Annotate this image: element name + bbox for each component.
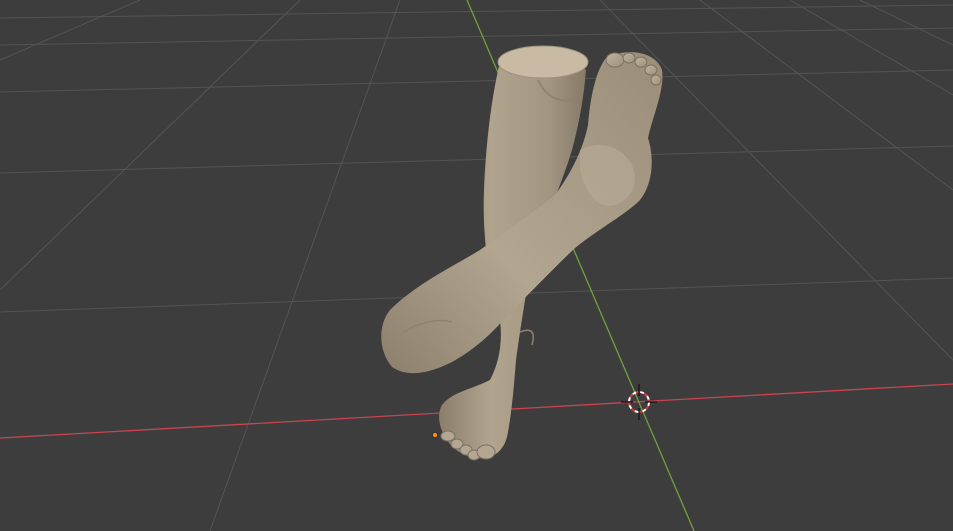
- object-origin[interactable]: [431, 431, 438, 438]
- viewport-canvas[interactable]: [0, 0, 953, 531]
- 3d-viewport[interactable]: [0, 0, 953, 531]
